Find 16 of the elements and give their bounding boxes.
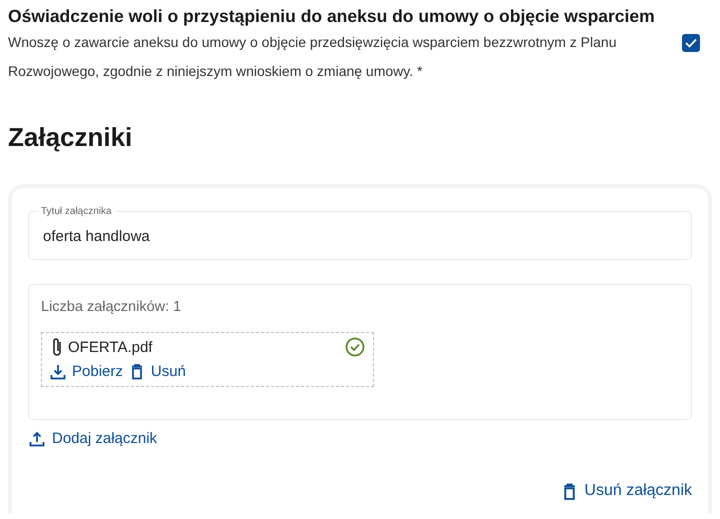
field-value: oferta handlowa [43, 227, 151, 247]
declaration-title: Oświadczenie woli o przystąpieniu do aneksu do umowy o objęcie wsparciem [8, 5, 656, 28]
download-icon [50, 364, 66, 380]
add-attachment-link[interactable]: Dodaj załącznik [28, 430, 158, 447]
field-label: Tytuł załącznika [40, 206, 113, 217]
attachment-count: Liczba załączników: 1 [41, 299, 182, 315]
remove-link[interactable]: Usuń [128, 363, 186, 380]
remove-attachment-link[interactable]: Usuń załącznik [561, 482, 692, 500]
checkbox[interactable] [682, 34, 700, 52]
title-field[interactable]: Tytuł załącznika oferta handlowa [28, 206, 692, 260]
declaration-text: Wnoszę o zawarcie aneksu do umowy o objęcie przedsięwzięcia wsparciem bezzwrotnym z Planu Rozwojowego, zgodnie z niniejszym wnioskiem o zmianę umowy. * [8, 33, 618, 81]
paperclip-icon [50, 337, 64, 357]
download-link[interactable]: Pobierz [50, 363, 123, 380]
file-name: OFERTA.pdf [68, 338, 152, 356]
section-title: Załączniki [8, 121, 134, 154]
upload-icon [28, 430, 46, 446]
